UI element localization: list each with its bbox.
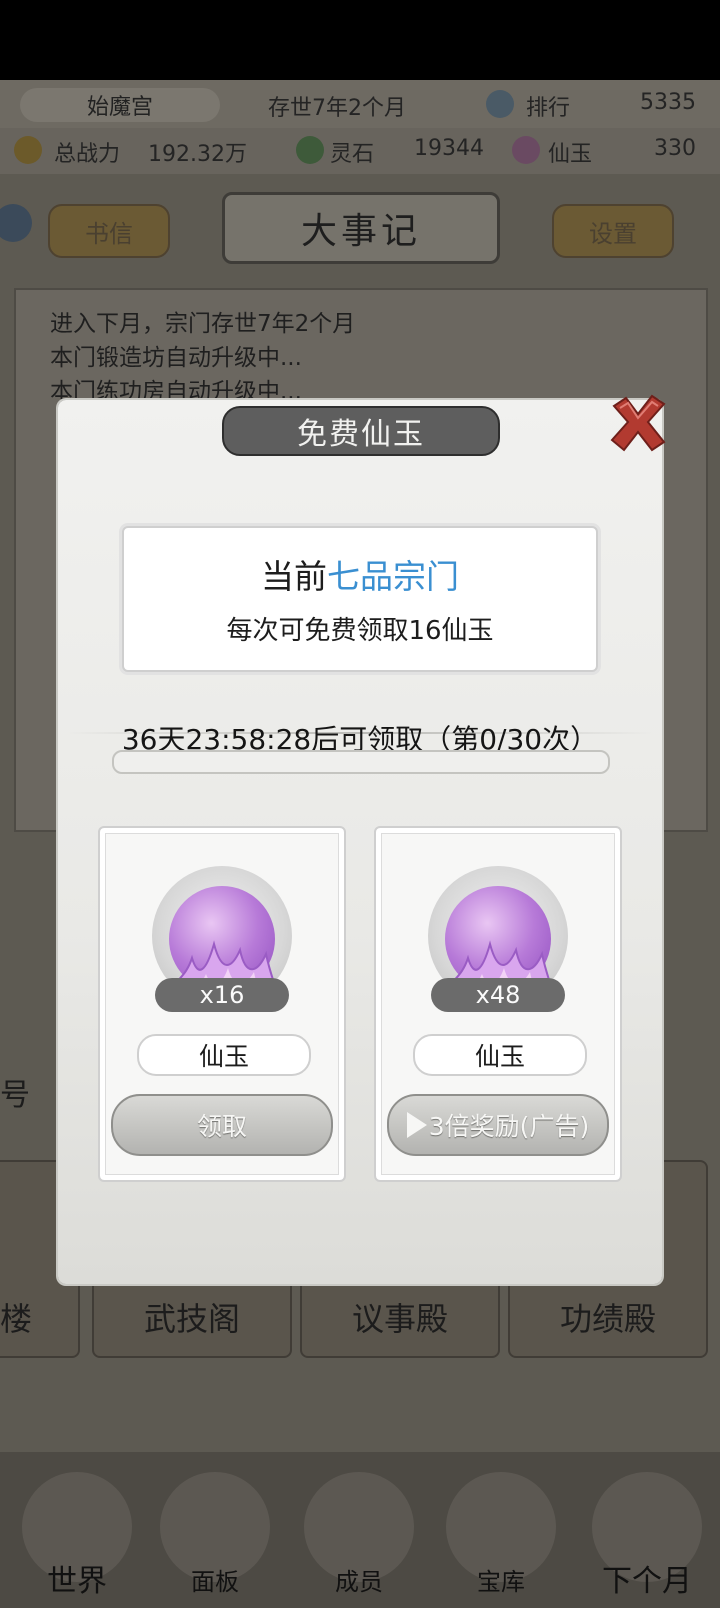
- jade-value: 330: [654, 136, 696, 161]
- title-bar: 书信 大事记 设置: [0, 180, 720, 276]
- ranking-value: 5335: [640, 90, 696, 115]
- jade-label: 仙玉: [548, 142, 593, 167]
- power-value: 192.32万: [148, 142, 247, 167]
- log-line: 本门锻造坊自动升级中...: [50, 345, 302, 371]
- dialog-title: 免费仙玉: [222, 406, 500, 456]
- nav-treasury[interactable]: 宝库: [436, 1562, 566, 1597]
- building-label: 楼: [0, 1300, 32, 1338]
- sect-rank: 七品宗门: [327, 557, 459, 596]
- building-label: 议事殿: [351, 1300, 448, 1338]
- log-line: 进入下月，宗门存世7年2个月: [50, 311, 356, 337]
- reward-quantity: x48: [431, 978, 565, 1012]
- jade-icon: [512, 136, 540, 164]
- status-bar: [0, 0, 720, 80]
- spirit-stone-value: 19344: [414, 136, 484, 161]
- claim-button-label: 领取: [196, 1112, 247, 1141]
- play-icon: [406, 1112, 427, 1138]
- triple-reward-button-label: 3倍奖励(广告): [428, 1112, 590, 1141]
- dialog-title-text: 免费仙玉: [297, 417, 425, 452]
- settings-button-label: 设置: [589, 219, 637, 248]
- building-label: 功绩殿: [559, 1300, 656, 1338]
- spirit-stone-icon: [296, 136, 324, 164]
- claim-button[interactable]: 领取: [111, 1094, 333, 1156]
- current-rank-line: 当前七品宗门: [124, 550, 596, 598]
- nav-panel[interactable]: 面板: [150, 1562, 280, 1597]
- settings-button[interactable]: 设置: [552, 204, 674, 258]
- free-claim-description: 每次可免费领取16仙玉: [226, 616, 494, 646]
- building-partial-label: 号: [0, 1078, 30, 1113]
- reward-name: 仙玉: [413, 1034, 587, 1076]
- reward-card-free: x16 仙玉 领取: [98, 826, 346, 1182]
- reward-quantity: x16: [155, 978, 289, 1012]
- triple-reward-ad-button[interactable]: 3倍奖励(广告): [387, 1094, 609, 1156]
- reward-name: 仙玉: [137, 1034, 311, 1076]
- hud-second-row: 总战力 192.32万 灵石 19344 仙玉 330: [0, 128, 720, 174]
- sect-name-plate: 始魔宫: [20, 88, 220, 122]
- bottom-nav: 世界 面板 成员 宝库 下个月: [0, 1452, 720, 1608]
- letters-button[interactable]: 书信: [48, 204, 170, 258]
- reward-card-ad: x48 仙玉 3倍奖励(广告): [374, 826, 622, 1182]
- power-label: 总战力: [54, 142, 121, 167]
- page-title: 大事记: [222, 192, 500, 264]
- hud-top-row: 始魔宫 存世7年2个月 排行 5335: [0, 80, 720, 128]
- info-prefix: 当前: [261, 557, 327, 596]
- ranking-icon: [486, 90, 514, 118]
- nav-world[interactable]: 世界: [12, 1556, 142, 1600]
- building-label: 武技阁: [143, 1300, 240, 1338]
- nav-next-month[interactable]: 下个月: [582, 1556, 712, 1600]
- close-icon[interactable]: [606, 392, 670, 456]
- page-title-text: 大事记: [300, 211, 421, 252]
- sect-rank-info: 当前七品宗门 每次可免费领取16仙玉: [122, 526, 598, 672]
- existence-text: 存世7年2个月: [268, 96, 406, 121]
- claim-progress-bar: [112, 750, 610, 774]
- power-icon: [14, 136, 42, 164]
- spirit-stone-label: 灵石: [330, 142, 375, 167]
- sect-name: 始魔宫: [86, 95, 153, 120]
- nav-members[interactable]: 成员: [294, 1562, 424, 1597]
- ranking-label[interactable]: 排行: [526, 90, 570, 122]
- letters-button-label: 书信: [85, 219, 133, 248]
- chat-bubble-icon[interactable]: [0, 204, 32, 242]
